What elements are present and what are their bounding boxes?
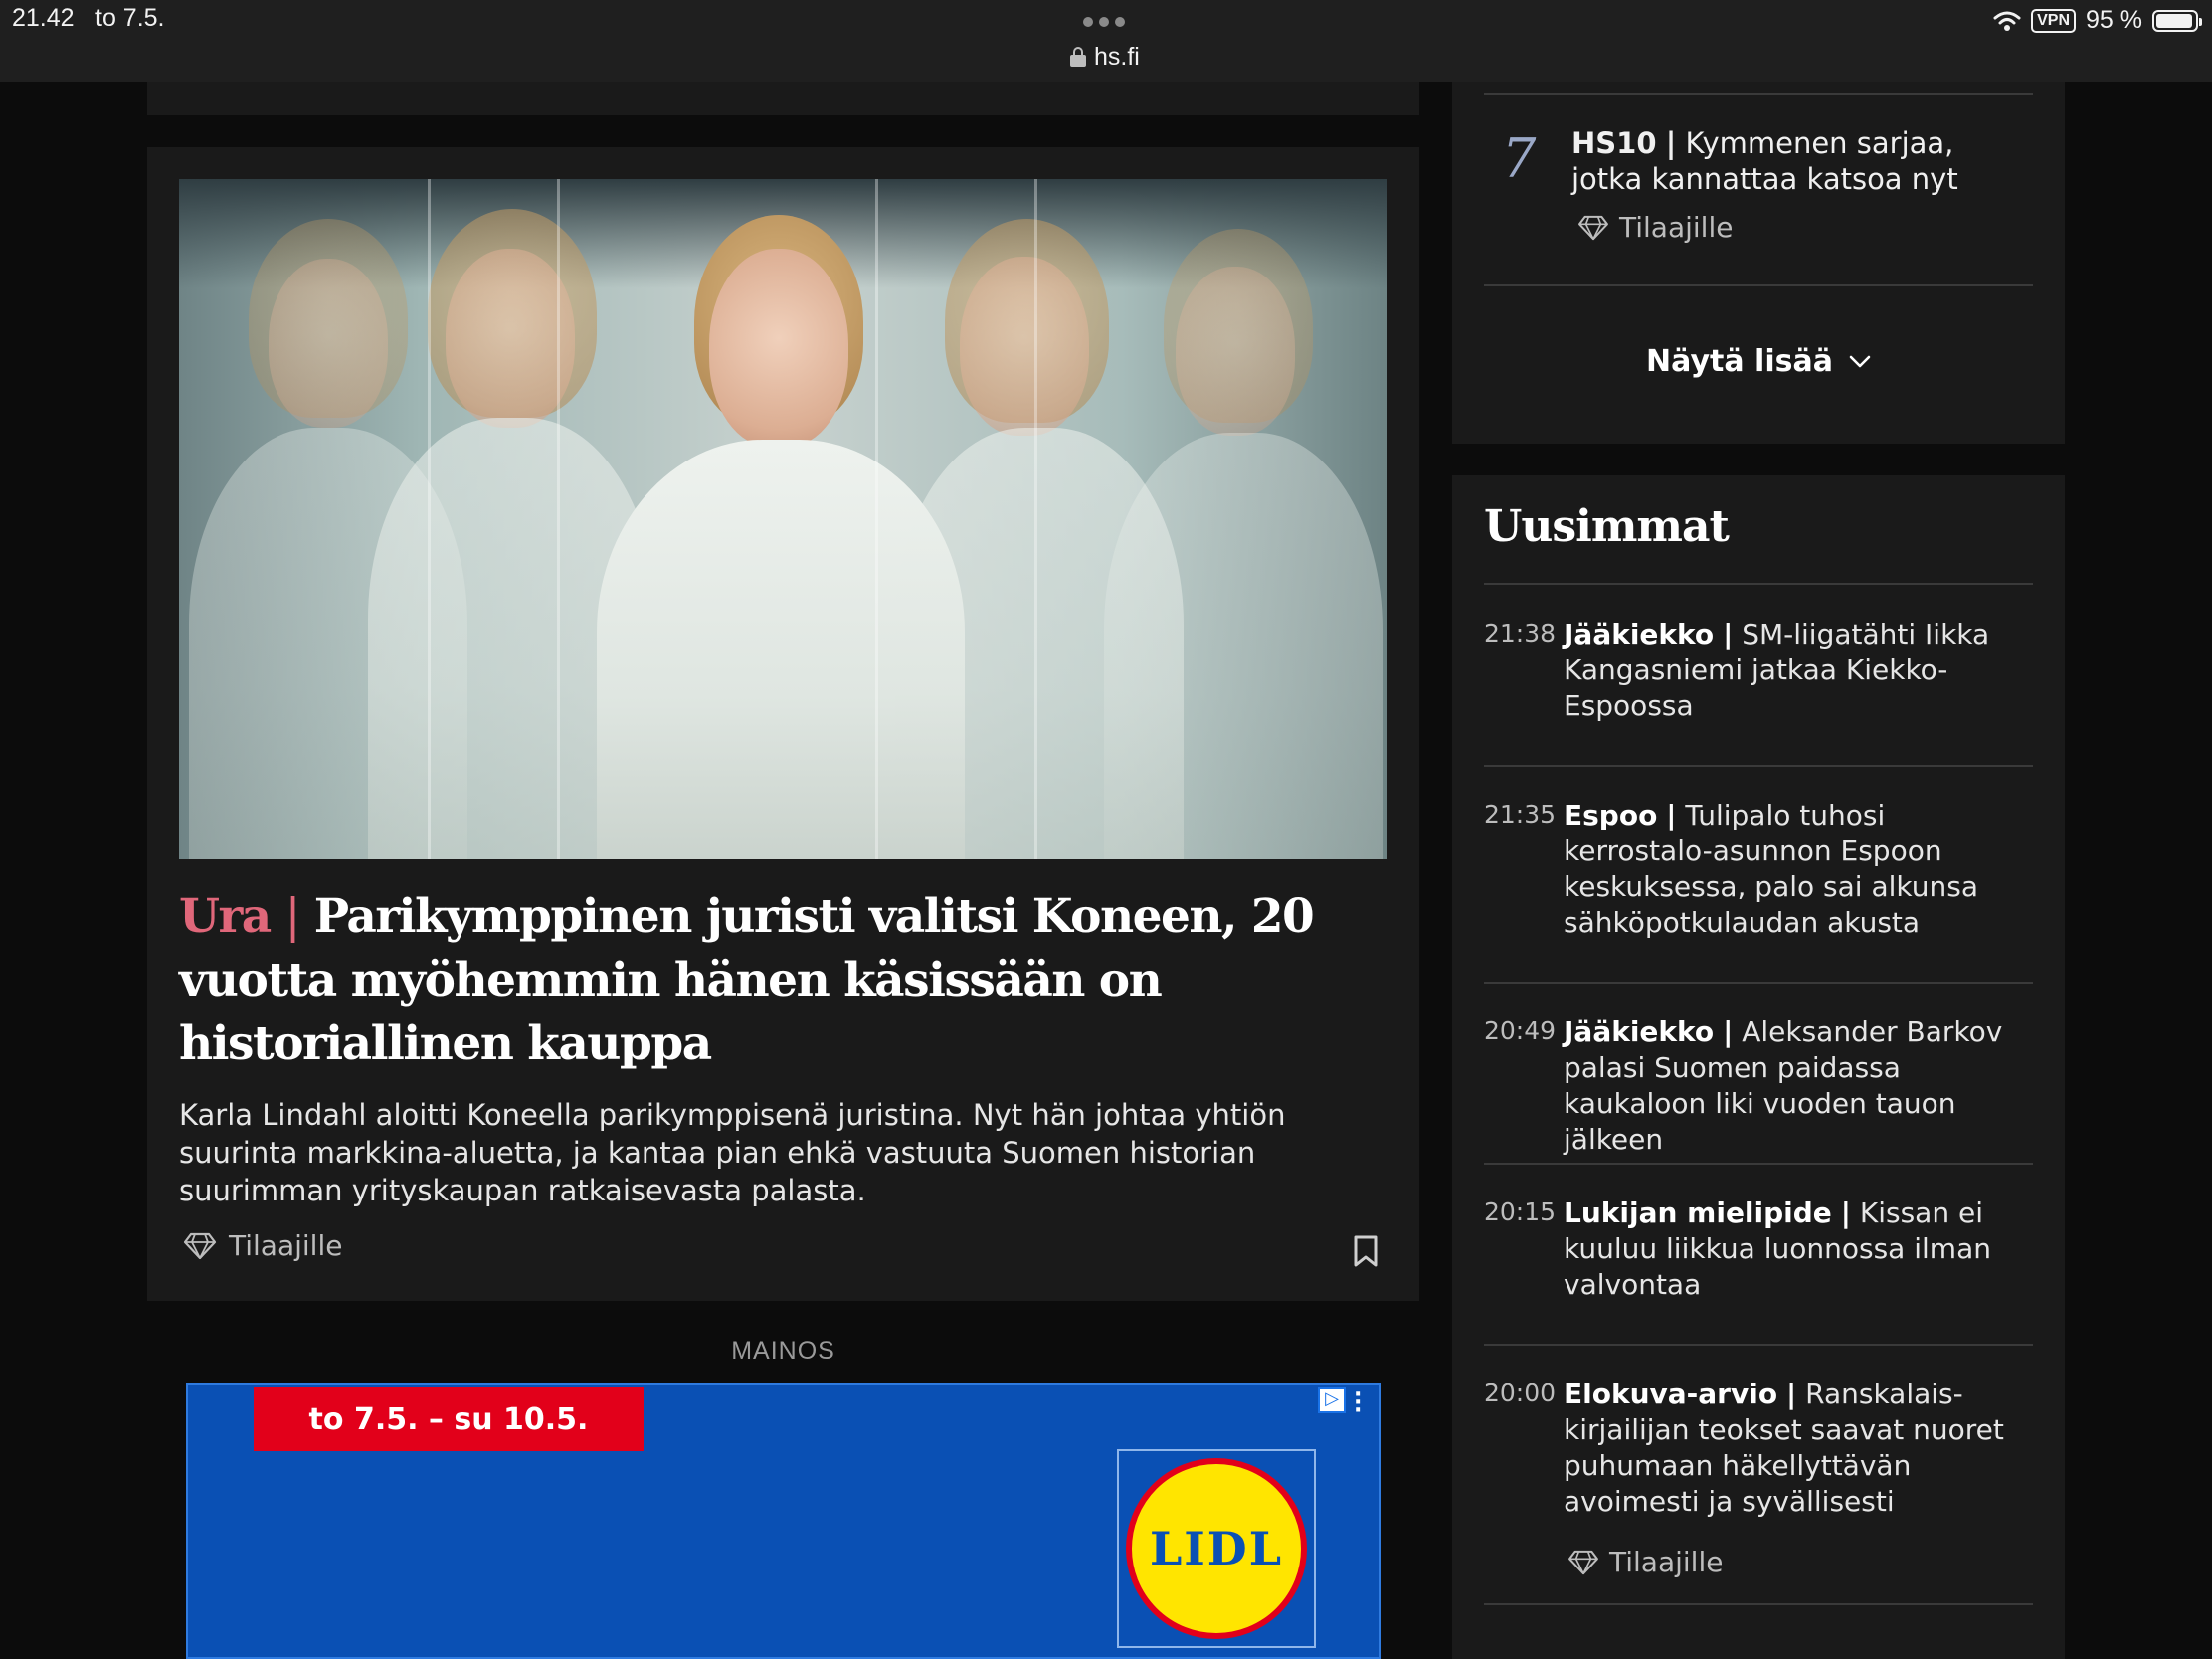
- hs10-separator: |: [1665, 126, 1677, 160]
- hs10-item[interactable]: HS10 | Kymmenen sarjaa, jotka kannattaa …: [1571, 125, 2029, 197]
- vpn-badge: VPN: [2031, 8, 2077, 33]
- news-subscriber-label: Tilaajille: [1609, 1546, 1724, 1578]
- news-kicker: Espoo: [1564, 799, 1658, 831]
- ad-brand-logo: LIDL: [1117, 1449, 1316, 1648]
- news-time: 21:35: [1484, 800, 1557, 829]
- status-time: 21.42: [12, 4, 75, 32]
- hs10-card: 7 HS10 | Kymmenen sarjaa, jotka kannatta…: [1452, 82, 2065, 444]
- list-item[interactable]: 20:00 Elokuva-arvio | Ranskalais-kirjail…: [1484, 1377, 2041, 1578]
- wifi-icon: [1993, 11, 2021, 31]
- status-indicators: VPN 95 %: [1993, 6, 2202, 35]
- news-separator: |: [1723, 618, 1734, 650]
- show-more-label: Näytä lisää: [1646, 344, 1833, 379]
- address-bar[interactable]: hs.fi: [1070, 40, 1140, 74]
- hs10-subscriber-badge: Tilaajille: [1577, 211, 1733, 244]
- status-bar: 21.42 to 7.5. hs.fi VPN 95 %: [0, 0, 2212, 82]
- diamond-icon: [1568, 1550, 1598, 1574]
- chevron-down-icon: [1849, 355, 1871, 367]
- latest-title: Uusimmat: [1484, 501, 1730, 552]
- hs10-kicker: HS10: [1571, 126, 1657, 160]
- article-headline[interactable]: Ura | Parikymppinen juristi valitsi Kone…: [179, 885, 1387, 1076]
- news-time: 20:15: [1484, 1198, 1557, 1226]
- subscriber-badge: Tilaajille: [183, 1229, 342, 1262]
- article-separator: |: [284, 889, 301, 944]
- news-time: 21:38: [1484, 619, 1557, 647]
- ad-label: MAINOS: [731, 1337, 835, 1365]
- list-item[interactable]: 20:49 Jääkiekko | Aleksander Barkov pala…: [1484, 1014, 2041, 1156]
- diamond-icon: [183, 1232, 217, 1259]
- lock-icon: [1070, 47, 1086, 67]
- news-kicker: Jääkiekko: [1564, 1015, 1715, 1048]
- battery-icon: [2152, 9, 2202, 32]
- list-item[interactable]: 20:15 Lukijan mielipide | Kissan ei kuul…: [1484, 1196, 2041, 1315]
- news-time: 20:00: [1484, 1379, 1557, 1407]
- status-date: to 7.5.: [95, 4, 165, 32]
- diamond-icon: [1578, 215, 1608, 240]
- hs10-rank: 7: [1502, 127, 1537, 190]
- news-kicker: Lukijan mielipide: [1564, 1197, 1832, 1229]
- article-kicker: Ura: [179, 889, 272, 944]
- battery-percent: 95 %: [2086, 6, 2142, 34]
- news-separator: |: [1840, 1197, 1851, 1229]
- subscriber-label: Tilaajille: [229, 1229, 343, 1262]
- article-title: Parikymppinen juristi valitsi Koneen, 20…: [179, 889, 1315, 1071]
- bookmark-icon[interactable]: [1353, 1235, 1379, 1267]
- adchoices-icon[interactable]: ▷: [1318, 1387, 1346, 1413]
- show-more-button[interactable]: Näytä lisää: [1452, 344, 2065, 379]
- latest-news-card: Uusimmat 21:38 Jääkiekko | SM-liigatähti…: [1452, 475, 2065, 1659]
- advertisement-banner[interactable]: to 7.5. – su 10.5. LIDL ▷ · · ·: [186, 1383, 1381, 1659]
- list-item[interactable]: 21:35 Espoo | Tulipalo tuhosi kerrostalo…: [1484, 798, 2041, 947]
- ad-date-range: to 7.5. – su 10.5.: [254, 1387, 644, 1451]
- article-lead: Karla Lindahl aloitti Koneella parikympp…: [179, 1098, 1286, 1207]
- news-separator: |: [1723, 1015, 1734, 1048]
- news-separator: |: [1785, 1378, 1797, 1410]
- list-item[interactable]: 21:38 Jääkiekko | SM-liigatähti Iikka Ka…: [1484, 617, 2041, 746]
- hs10-subscriber-label: Tilaajille: [1619, 211, 1734, 244]
- url-text: hs.fi: [1094, 42, 1140, 71]
- news-separator: |: [1666, 799, 1677, 831]
- ad-brand-text: LIDL: [1149, 1522, 1284, 1575]
- news-subscriber-badge: Tilaajille: [1567, 1546, 1723, 1578]
- news-time: 20:49: [1484, 1016, 1557, 1045]
- more-dots-icon[interactable]: · · ·: [1354, 1385, 1368, 1422]
- article-card[interactable]: Ura | Parikymppinen juristi valitsi Kone…: [147, 147, 1419, 1301]
- previous-card-bottom: [147, 82, 1419, 115]
- news-kicker: Jääkiekko: [1564, 618, 1715, 650]
- multitasking-dots-icon[interactable]: [1083, 12, 1131, 27]
- article-hero-image[interactable]: [179, 179, 1387, 859]
- news-kicker: Elokuva-arvio: [1564, 1378, 1778, 1410]
